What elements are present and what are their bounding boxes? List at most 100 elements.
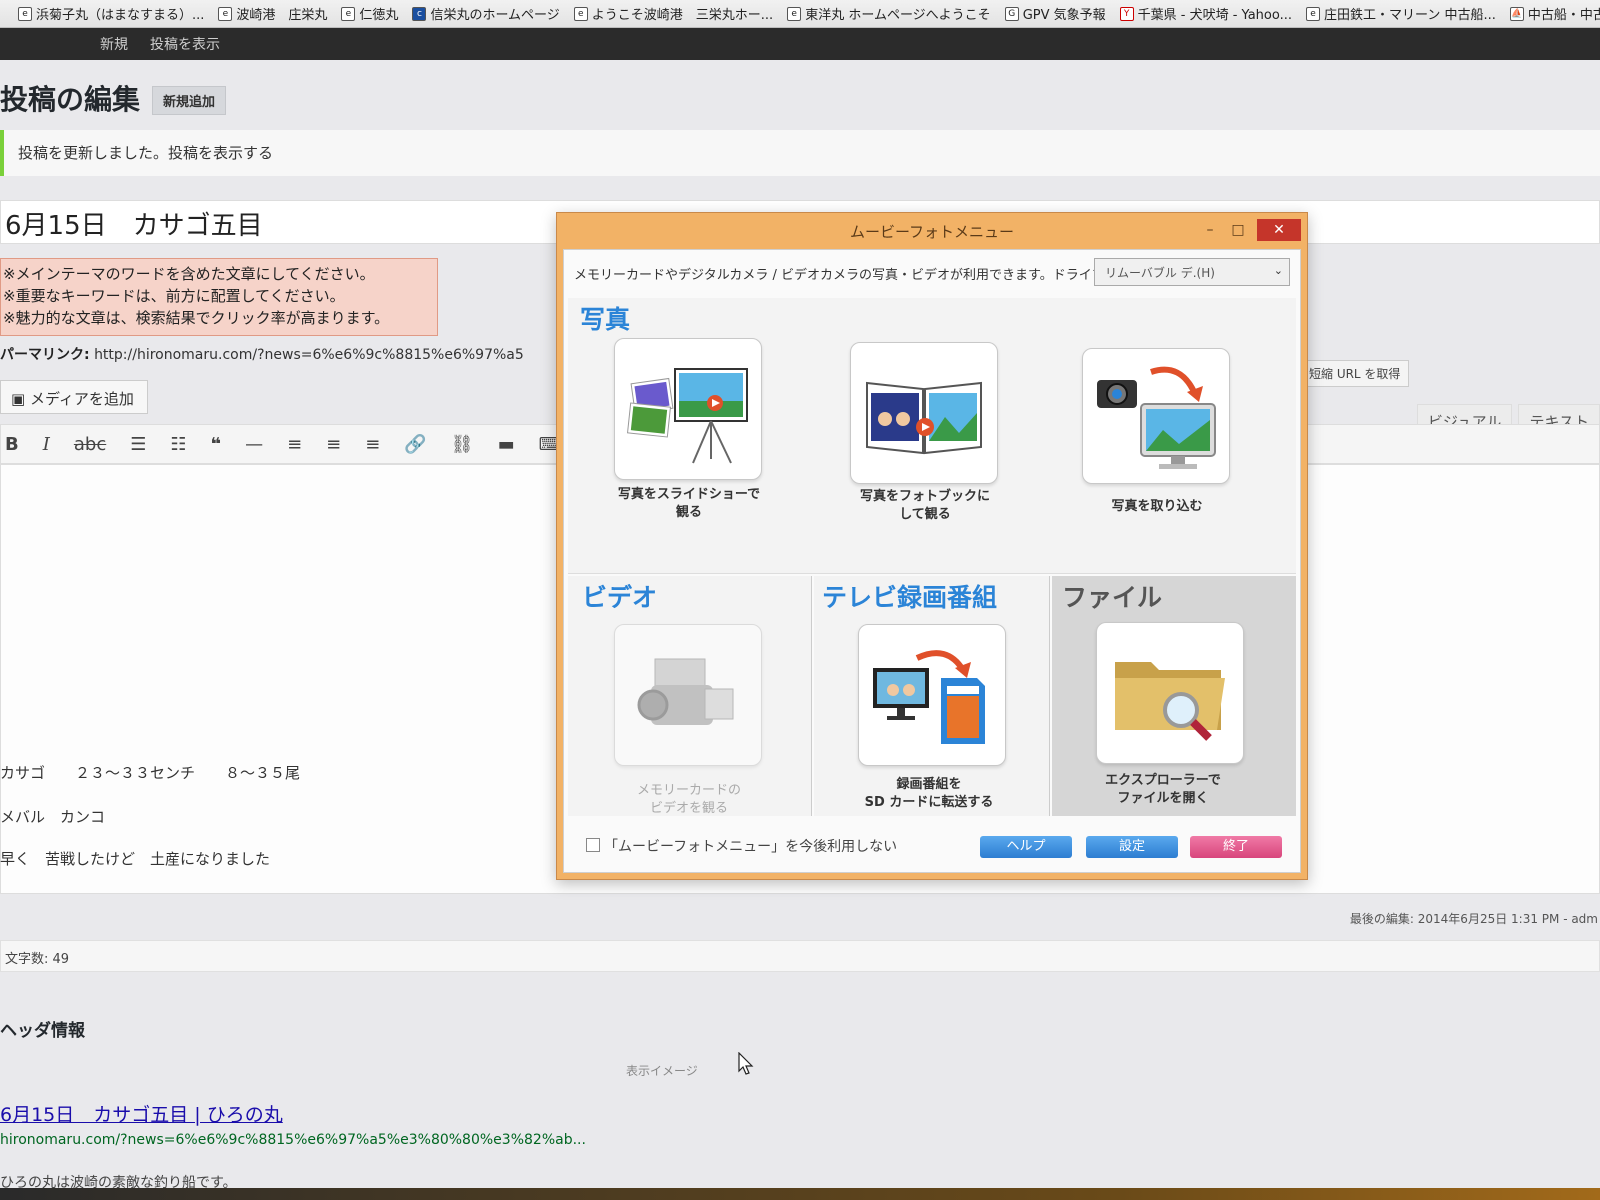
- mouse-cursor-icon: [738, 1052, 754, 1075]
- maximize-icon[interactable]: □: [1229, 222, 1247, 238]
- serp-preview-title: 6月15日 カサゴ五目 | ひろの丸: [0, 1104, 283, 1126]
- bookmark-item[interactable]: e ようこそ波崎港 三栄丸ホー...: [573, 4, 773, 23]
- numbered-list-icon[interactable]: ☷: [170, 434, 186, 455]
- photobook-icon: [866, 381, 982, 455]
- import-photos-label: 写真を取り込む: [1111, 499, 1203, 514]
- keyword-warning-box: ※メインテーマのワードを含めた文章にしてください。 ※重要なキーワードは、前方に…: [0, 258, 438, 336]
- bookmark-item[interactable]: e 東洋丸 ホームページへようこそ: [787, 4, 991, 23]
- serp-preview-url: hironomaru.com/?news=6%e6%9c%8815%e6%97%…: [0, 1132, 586, 1148]
- permalink-url[interactable]: http://hironomaru.com/?news=6%e6%9c%8815…: [94, 347, 524, 363]
- bookmark-item[interactable]: e 庄田鉄工・マリーン 中古船...: [1305, 4, 1496, 23]
- folder-search-icon: [1115, 662, 1225, 741]
- section-heading-photo: 写真: [580, 305, 631, 334]
- align-center-icon[interactable]: ≡: [326, 434, 341, 455]
- page-icon: e: [1305, 6, 1320, 21]
- bullet-list-icon[interactable]: ☰: [130, 434, 146, 455]
- blockquote-icon[interactable]: ❝: [211, 434, 222, 455]
- dont-use-label: 「ムービーフォトメニュー」を今後利用しない: [604, 839, 898, 855]
- bookmark-item[interactable]: Y 千葉県 - 犬吠埼 - Yahoo...: [1119, 4, 1292, 23]
- memory-video-label: メモリーカードの ビデオを観る: [636, 783, 741, 816]
- dialog-body: メモリーカードやデジタルカメラ / ビデオカメラの写真・ビデオが利用できます。ド…: [563, 249, 1301, 873]
- tv-to-sd-icon: [873, 650, 985, 744]
- admin-new-link[interactable]: 新規: [100, 34, 128, 54]
- bookmark-item[interactable]: G GPV 気象予報: [1004, 4, 1106, 23]
- sd-transfer-tile[interactable]: [858, 624, 1006, 766]
- shorten-url-button[interactable]: 短縮 URL を取得: [1300, 360, 1410, 387]
- admin-bar: 新規 投稿を表示: [0, 28, 1600, 60]
- chevron-down-icon: ⌄: [1273, 264, 1283, 277]
- explorer-tile[interactable]: [1096, 622, 1244, 764]
- page-icon: e: [18, 6, 32, 21]
- close-icon[interactable]: ✕: [1257, 219, 1301, 241]
- bookmark-item[interactable]: ⛵中古船・中古ボート: [1509, 4, 1600, 23]
- dialog-title: ムービーフォトメニュー: [849, 222, 1015, 241]
- help-button[interactable]: ヘルプ: [980, 836, 1072, 858]
- bookmark-item[interactable]: e 仁徳丸: [341, 4, 398, 23]
- page-title: 投稿の編集: [0, 83, 141, 116]
- slideshow-tile[interactable]: [614, 338, 762, 480]
- link-icon[interactable]: 🔗: [404, 434, 426, 455]
- add-media-button[interactable]: ▣ メディアを追加: [0, 380, 148, 414]
- content-line: メバル カンコ: [0, 808, 106, 826]
- page-icon: e: [573, 6, 588, 21]
- add-new-button[interactable]: 新規追加: [152, 86, 227, 115]
- warning-line: ※メインテーマのワードを含めた文章にしてください。: [3, 265, 375, 283]
- photo-section: 写真 写真をスライドショーで 観る 写真をフォトブックに して観る 写真を取り込…: [568, 298, 1296, 574]
- word-count: 文字数: 49: [0, 940, 1600, 972]
- header-info-heading: ヘッダ情報: [0, 1021, 85, 1041]
- tv-recording-section: テレビ録画番組 録画番組を SD カードに転送する: [814, 576, 1050, 816]
- warning-line: ※重要なキーワードは、前方に配置してください。: [3, 287, 345, 305]
- memory-video-tile[interactable]: [614, 624, 762, 766]
- bookmark-item[interactable]: c 信栄丸のホームページ: [412, 4, 560, 23]
- minimize-icon[interactable]: –: [1201, 222, 1219, 238]
- window-controls: – □ ✕: [1201, 219, 1301, 241]
- bold-icon[interactable]: B: [5, 434, 19, 455]
- section-heading-tv: テレビ録画番組: [822, 583, 998, 612]
- taskbar: [0, 1188, 1600, 1200]
- video-section: ビデオ メモリーカードの ビデオを観る: [568, 576, 812, 816]
- unlink-icon[interactable]: ⛓: [451, 434, 474, 455]
- bookmark-item[interactable]: e 浜菊子丸（はまなすまる）...: [18, 4, 204, 23]
- permalink-label: パーマリンク:: [0, 347, 90, 363]
- strikethrough-icon[interactable]: abc: [74, 434, 106, 455]
- page-icon: e: [341, 6, 356, 21]
- section-heading-video: ビデオ: [582, 583, 658, 612]
- content-line: カサゴ ２３～３３センチ ８～３５尾: [0, 764, 301, 782]
- page-icon: e: [787, 6, 802, 21]
- boat-icon: ⛵: [1509, 6, 1524, 21]
- dialog-footer: 「ムービーフォトメニュー」を今後利用しない ヘルプ 設定 終了: [564, 822, 1300, 872]
- read-more-icon[interactable]: ▬: [498, 434, 515, 455]
- update-notice: 投稿を更新しました。投稿を表示する: [0, 130, 1600, 176]
- sd-transfer-label: 録画番組を SD カードに転送する: [864, 777, 994, 810]
- dont-use-checkbox[interactable]: [586, 838, 600, 852]
- slideshow-label: 写真をスライドショーで 観る: [617, 487, 761, 520]
- preview-label: 表示イメージ: [626, 1064, 698, 1078]
- page-icon: e: [218, 6, 233, 21]
- gpv-icon: G: [1004, 6, 1019, 21]
- file-section: ファイル エクスプローラーで ファイルを開く: [1052, 576, 1296, 816]
- exit-button[interactable]: 終了: [1190, 836, 1282, 858]
- permalink-row: パーマリンク: http://hironomaru.com/?news=6%e6…: [0, 344, 524, 364]
- italic-icon[interactable]: I: [43, 434, 50, 455]
- slideshow-projector-icon: [626, 368, 748, 464]
- horizontal-rule-icon[interactable]: —: [245, 434, 263, 455]
- align-left-icon[interactable]: ≡: [287, 434, 302, 455]
- align-right-icon[interactable]: ≡: [365, 434, 380, 455]
- content-line: 早く 苦戦したけど 土産になりました: [0, 850, 271, 868]
- dialog-description: メモリーカードやデジタルカメラ / ビデオカメラの写真・ビデオが利用できます。ド…: [574, 268, 1118, 283]
- bookmark-item[interactable]: e 波崎港 庄栄丸: [218, 4, 327, 23]
- yahoo-icon: Y: [1119, 6, 1134, 21]
- photobook-tile[interactable]: [850, 342, 998, 484]
- import-photos-tile[interactable]: [1082, 348, 1230, 484]
- site-icon: c: [412, 6, 427, 21]
- explorer-label: エクスプローラーで ファイルを開く: [1105, 773, 1221, 806]
- video-camera-icon: [637, 658, 734, 725]
- settings-button[interactable]: 設定: [1086, 836, 1178, 858]
- media-icon: ▣: [11, 390, 30, 408]
- camera-to-pc-icon: [1097, 366, 1216, 469]
- admin-view-post-link[interactable]: 投稿を表示: [150, 34, 220, 54]
- photobook-label: 写真をフォトブックに して観る: [859, 489, 990, 522]
- section-heading-file: ファイル: [1062, 583, 1163, 612]
- drive-select[interactable]: リムーバブル デ.(H) ⌄: [1094, 258, 1290, 286]
- movie-photo-menu-dialog: ムービーフォトメニュー – □ ✕ メモリーカードやデジタルカメラ / ビデオカ…: [556, 212, 1308, 880]
